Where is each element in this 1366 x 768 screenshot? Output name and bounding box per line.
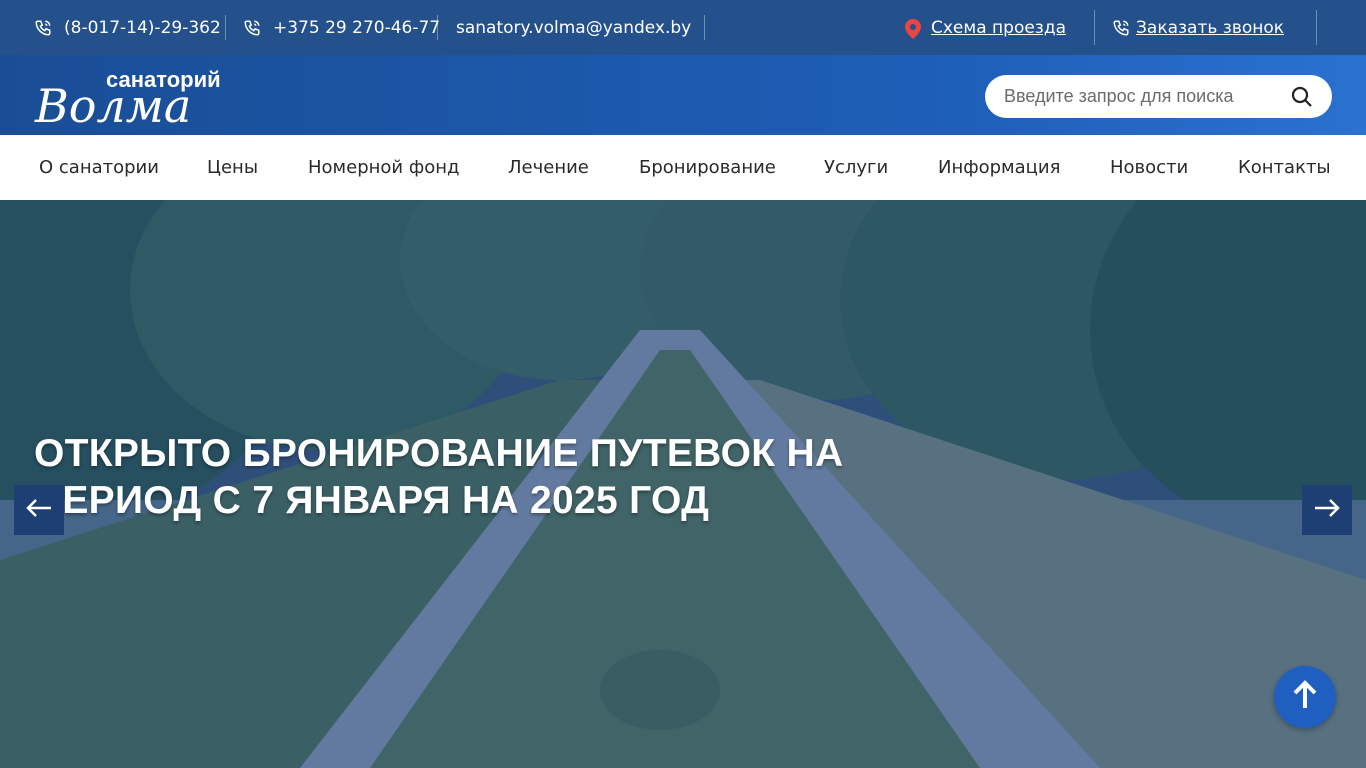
hero-slider: Открыто бронирование путевок на период с… — [0, 200, 1366, 768]
divider — [1094, 10, 1095, 45]
divider — [704, 15, 705, 40]
phone-1[interactable]: (8-017-14)-29-362 — [34, 0, 221, 55]
phone-2-text[interactable]: +375 29 270-46-77 — [273, 18, 440, 38]
slider-prev-button[interactable] — [14, 485, 64, 535]
phone-2[interactable]: +375 29 270-46-77 — [243, 0, 440, 55]
hero-title[interactable]: Открыто бронирование путевок на период с… — [34, 430, 854, 524]
nav-item-news[interactable]: Новости — [1110, 135, 1188, 200]
nav-item-treatment[interactable]: Лечение — [508, 135, 589, 200]
top-contact-bar: (8-017-14)-29-362 +375 29 270-46-77 sana… — [0, 0, 1366, 55]
phone-1-text[interactable]: (8-017-14)-29-362 — [64, 18, 221, 38]
search-input[interactable] — [1004, 86, 1294, 107]
logo-brand-text: Волма — [34, 79, 191, 127]
nav-item-services[interactable]: Услуги — [824, 135, 888, 200]
arrow-left-icon — [25, 498, 53, 522]
route-map-link[interactable]: Схема проезда — [905, 0, 1066, 55]
header: санаторий Волма — [0, 55, 1366, 135]
email-text[interactable]: sanatory.volma@yandex.by — [456, 18, 691, 38]
phone-icon — [34, 19, 52, 37]
phone-icon — [243, 19, 261, 37]
arrow-right-icon — [1313, 498, 1341, 522]
search-icon[interactable] — [1290, 85, 1314, 109]
nav-item-rooms[interactable]: Номерной фонд — [308, 135, 459, 200]
phone-icon — [1112, 19, 1130, 37]
callback-link[interactable]: Заказать звонок — [1112, 0, 1284, 55]
nav-item-booking[interactable]: Бронирование — [639, 135, 776, 200]
location-pin-icon — [905, 18, 923, 39]
divider — [437, 15, 438, 40]
scroll-to-top-button[interactable] — [1274, 666, 1336, 728]
slider-next-button[interactable] — [1302, 485, 1352, 535]
nav-item-prices[interactable]: Цены — [207, 135, 258, 200]
main-nav: О санатории Цены Номерной фонд Лечение Б… — [0, 135, 1366, 200]
nav-item-contacts[interactable]: Контакты — [1238, 135, 1331, 200]
route-map-label[interactable]: Схема проезда — [931, 18, 1066, 38]
divider — [1316, 10, 1317, 45]
nav-item-information[interactable]: Информация — [938, 135, 1060, 200]
logo[interactable]: санаторий Волма — [33, 67, 243, 133]
arrow-up-icon — [1292, 680, 1318, 714]
nav-item-about[interactable]: О санатории — [39, 135, 159, 200]
search-box — [985, 75, 1332, 118]
divider — [225, 15, 226, 40]
email-link[interactable]: sanatory.volma@yandex.by — [456, 0, 691, 55]
callback-label[interactable]: Заказать звонок — [1136, 18, 1284, 38]
